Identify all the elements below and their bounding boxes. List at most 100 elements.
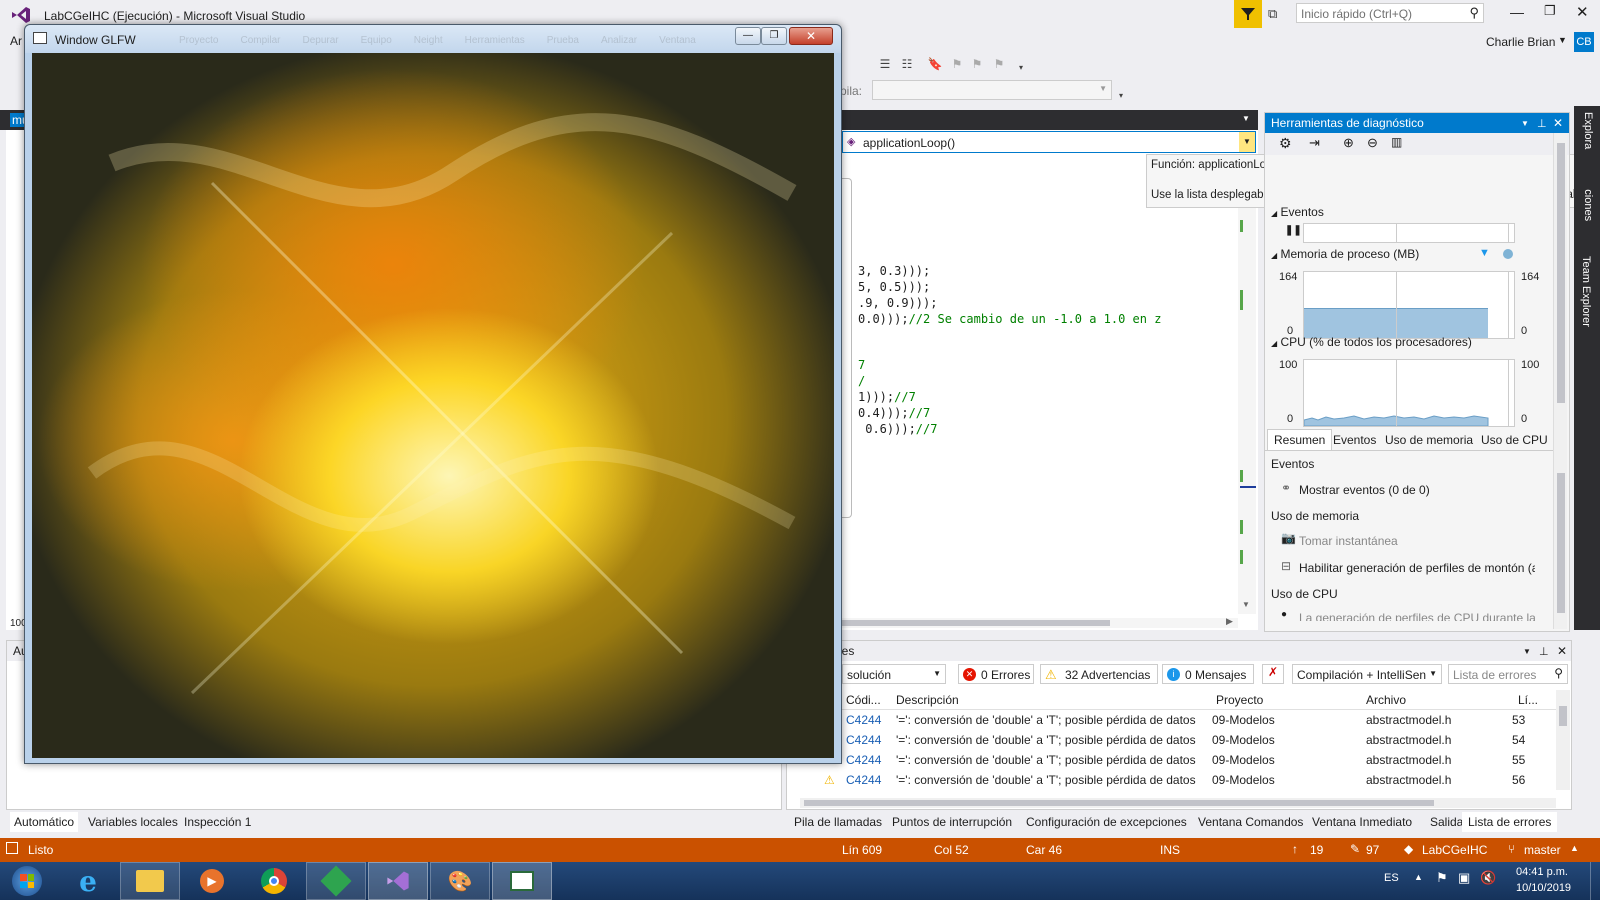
tab-uso-cpu[interactable]: Uso de CPU: [1481, 433, 1548, 447]
collapse-icon[interactable]: ◢: [1271, 251, 1277, 260]
network-icon[interactable]: ▣: [1458, 870, 1470, 886]
glfw-title-bar[interactable]: Window GLFW Proyecto Compilar Depurar Equip…: [25, 25, 841, 53]
chart-icon[interactable]: ▥: [1391, 135, 1402, 149]
tab-breakpoints[interactable]: Puntos de interrupción: [892, 815, 1012, 829]
heap-profiling-checkbox[interactable]: Habilitar generación de perfiles de mont…: [1299, 561, 1535, 575]
export-icon[interactable]: ⇥: [1309, 135, 1320, 151]
close-button[interactable]: ✕: [1576, 3, 1589, 21]
error-row[interactable]: ⚠C4244'=': conversión de 'double' a 'T';…: [800, 770, 1560, 790]
code-line[interactable]: 5, 0.5)));: [858, 280, 930, 294]
next-bookmark-icon[interactable]: ⚑: [968, 55, 986, 73]
diagnostics-scrollbar[interactable]: [1553, 133, 1567, 629]
column-description[interactable]: Descripción: [896, 693, 959, 707]
show-desktop-button[interactable]: [1590, 862, 1600, 900]
error-search-input[interactable]: Lista de errores ⚲: [1448, 664, 1568, 684]
tab-resumen[interactable]: Resumen: [1267, 429, 1333, 450]
tab-immediate-window[interactable]: Ventana Inmediato: [1312, 815, 1412, 829]
tab-error-list[interactable]: Lista de errores: [1462, 812, 1558, 832]
feedback-icon[interactable]: ⧉: [1268, 6, 1277, 22]
error-row[interactable]: ⚠C4244'=': conversión de 'double' a 'T';…: [800, 730, 1560, 750]
error-row[interactable]: ⚠C4244'=': conversión de 'double' a 'T';…: [800, 750, 1560, 770]
start-button-icon[interactable]: [0, 862, 54, 900]
glfw-minimize-button[interactable]: —: [735, 27, 761, 45]
collapse-icon[interactable]: ◢: [1271, 339, 1277, 348]
tab-inspeccion[interactable]: Inspección 1: [184, 815, 251, 829]
filter-icon[interactable]: [1234, 0, 1262, 28]
tab-automatico[interactable]: Automático: [10, 812, 79, 832]
diagnostics-scroll-thumb-2[interactable]: [1557, 473, 1565, 613]
tab-uso-memoria[interactable]: Uso de memoria: [1385, 433, 1473, 447]
menu-fragment[interactable]: Ar: [10, 34, 22, 48]
status-branch[interactable]: master: [1524, 843, 1561, 857]
scroll-right-icon[interactable]: ▶: [1226, 616, 1233, 627]
tab-variables-locales[interactable]: Variables locales: [88, 815, 178, 829]
pin-icon[interactable]: ⊥: [1537, 117, 1547, 130]
clear-filter-icon[interactable]: ✗: [1262, 664, 1284, 684]
glfw-window[interactable]: Window GLFW Proyecto Compilar Depurar Equip…: [24, 24, 842, 764]
glfw-maximize-button[interactable]: ❐: [761, 27, 787, 45]
code-line[interactable]: .9, 0.9)));: [858, 296, 937, 310]
tab-eventos[interactable]: Eventos: [1333, 433, 1376, 447]
toolbar-overflow-icon-2[interactable]: ▾: [1112, 86, 1130, 104]
restore-button[interactable]: ❐: [1544, 3, 1556, 19]
diagnostics-scroll-thumb[interactable]: [1557, 143, 1565, 403]
clock-date[interactable]: 10/10/2019: [1516, 882, 1571, 894]
tray-expand-icon[interactable]: ▲: [1414, 872, 1423, 882]
sourcetree-icon[interactable]: [306, 862, 366, 900]
function-navigation-dropdown[interactable]: ◈ applicationLoop() ▼: [842, 131, 1256, 153]
branch-icon[interactable]: ⑂: [1508, 842, 1515, 856]
status-pencil-count[interactable]: 97: [1366, 843, 1379, 857]
flag-icon[interactable]: ⚑: [1436, 870, 1448, 886]
editor-tab-dropdown-icon[interactable]: ▼: [1242, 114, 1250, 123]
scroll-down-icon[interactable]: ▼: [1242, 600, 1250, 609]
column-code[interactable]: Códi...: [846, 693, 881, 707]
opengl-render-canvas[interactable]: [32, 53, 834, 758]
media-player-icon[interactable]: ▶: [182, 862, 242, 900]
horizontal-scroll-thumb[interactable]: [840, 620, 1110, 626]
code-line[interactable]: 0.0)));//2 Se cambio de un -1.0 a 1.0 en…: [858, 312, 1161, 326]
comment-icon[interactable]: ☰: [876, 55, 894, 73]
error-list-scrollbar[interactable]: [1556, 690, 1570, 790]
hscroll-thumb[interactable]: [804, 800, 1434, 806]
side-tab-team-explorer[interactable]: Team Explorer: [1580, 256, 1592, 327]
show-events-link[interactable]: Mostrar eventos (0 de 0): [1299, 483, 1430, 497]
minimize-button[interactable]: —: [1510, 4, 1524, 20]
column-line[interactable]: Lí...: [1518, 693, 1538, 707]
panel-close-icon[interactable]: ✕: [1557, 644, 1567, 658]
panel-menu-icon[interactable]: ▼: [1523, 647, 1531, 656]
file-explorer-icon[interactable]: [120, 862, 180, 900]
glfw-app-taskbar-icon[interactable]: [492, 862, 552, 900]
branch-menu-icon[interactable]: ▲: [1570, 843, 1579, 853]
clear-bookmarks-icon[interactable]: ⚑: [990, 55, 1008, 73]
chrome-icon[interactable]: [244, 862, 304, 900]
tab-exception-settings[interactable]: Configuración de excepciones: [1026, 815, 1187, 829]
code-line[interactable]: 0.4)));//7: [858, 406, 930, 420]
code-line[interactable]: 3, 0.3)));: [858, 264, 930, 278]
toolbar-overflow-icon[interactable]: ▾: [1012, 58, 1030, 76]
scroll-thumb[interactable]: [1559, 706, 1567, 726]
glfw-close-button[interactable]: ✕: [789, 27, 833, 45]
code-line[interactable]: 0.6)));//7: [858, 422, 937, 436]
panel-menu-icon[interactable]: ▼: [1521, 119, 1529, 128]
pin-icon[interactable]: ⊥: [1539, 645, 1549, 658]
arrow-up-icon[interactable]: ↑: [1292, 842, 1298, 856]
tab-call-stack[interactable]: Pila de llamadas: [794, 815, 882, 829]
column-project[interactable]: Proyecto: [1216, 693, 1263, 707]
paint-icon[interactable]: 🎨: [430, 862, 490, 900]
stack-frame-dropdown[interactable]: ▼: [872, 80, 1112, 100]
tab-command-window[interactable]: Ventana Comandos: [1198, 815, 1303, 829]
errors-filter-button[interactable]: ✕ 0 Errores: [958, 664, 1034, 684]
messages-filter-button[interactable]: i 0 Mensajes: [1162, 664, 1254, 684]
take-snapshot-button[interactable]: Tomar instantánea: [1299, 534, 1398, 548]
pause-icon[interactable]: ❚❚: [1285, 225, 1302, 236]
prev-bookmark-icon[interactable]: ⚑: [948, 55, 966, 73]
clock-time[interactable]: 04:41 p.m.: [1516, 866, 1568, 878]
volume-muted-icon[interactable]: 🔇: [1480, 870, 1496, 886]
visual-studio-taskbar-icon[interactable]: [368, 862, 428, 900]
editor-horizontal-scrollbar[interactable]: [840, 618, 1238, 628]
status-repo[interactable]: LabCGeIHC: [1422, 843, 1487, 857]
zoom-out-icon[interactable]: ⊖: [1367, 135, 1378, 151]
quick-launch-input[interactable]: Inicio rápido (Ctrl+Q) ⚲: [1296, 3, 1484, 23]
user-dropdown-icon[interactable]: ▼: [1558, 35, 1567, 45]
code-line[interactable]: 1)));//7: [858, 390, 916, 404]
